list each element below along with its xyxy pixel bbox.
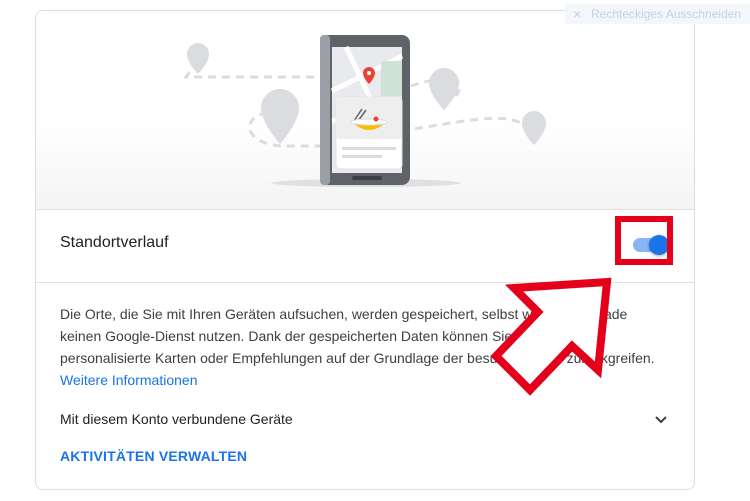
annotation-arrow — [490, 277, 612, 396]
